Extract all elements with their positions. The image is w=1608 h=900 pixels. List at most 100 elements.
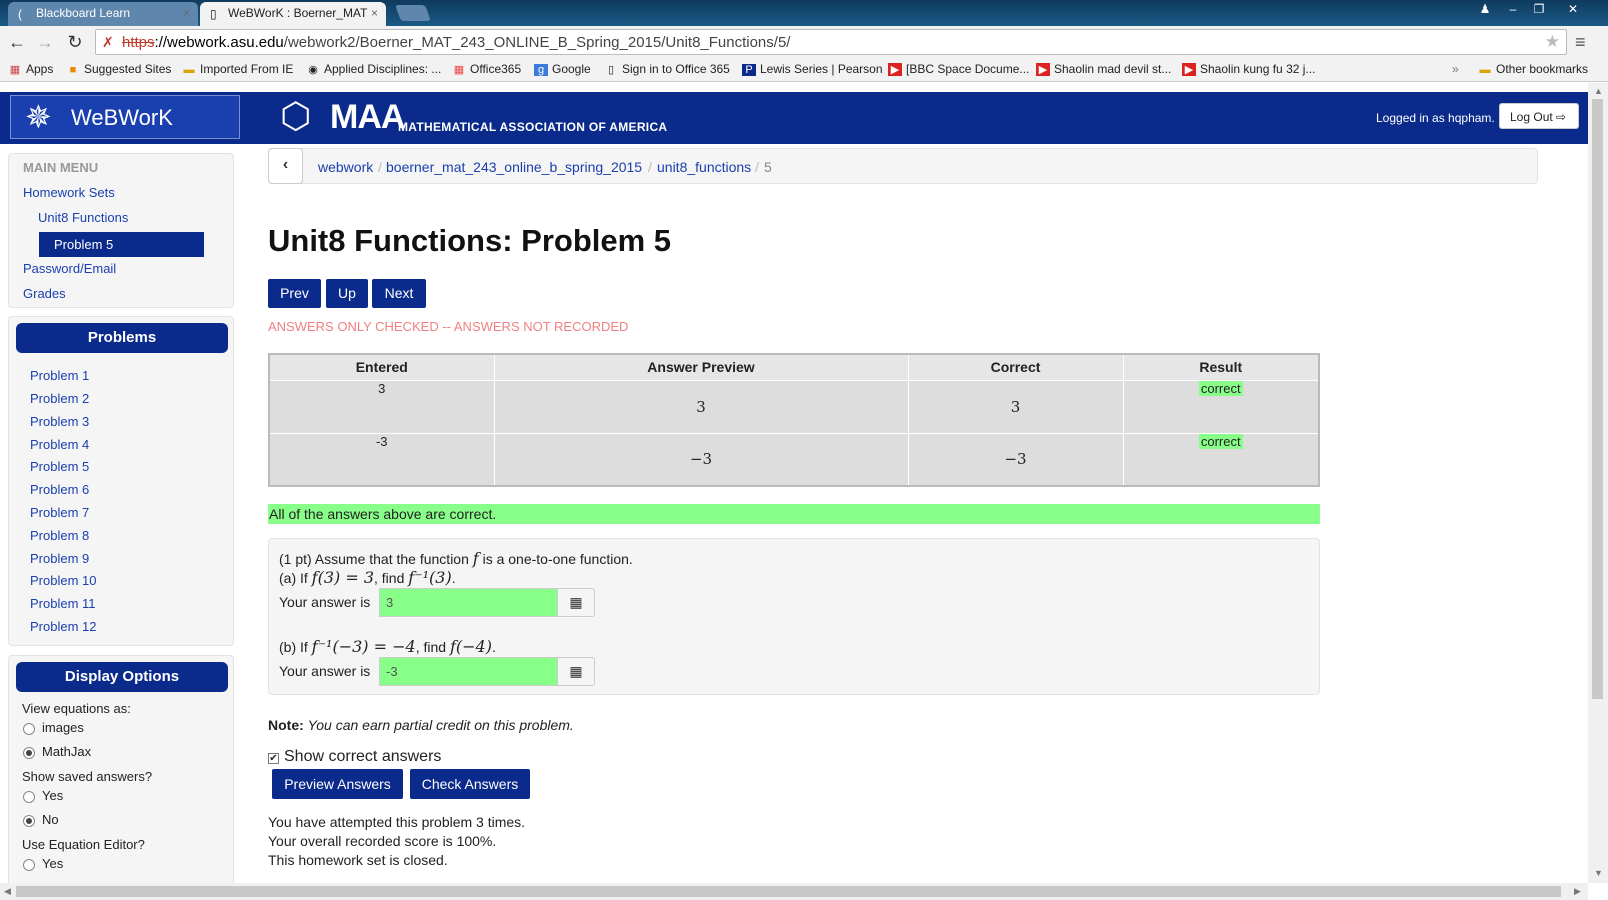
vertical-scroll-thumb[interactable] (1592, 99, 1603, 699)
results-table: Entered Answer Preview Correct Result 3 … (268, 353, 1320, 487)
logout-button[interactable]: Log Out ⇨ (1499, 103, 1579, 129)
bookmark-sign-in-office365[interactable]: ▯ Sign in to Office 365 (604, 62, 730, 76)
bookmark-google[interactable]: g Google (534, 62, 591, 76)
bookmark-imported-from-ie[interactable]: ▬ Imported From IE (182, 62, 294, 76)
logout-icon: ⇨ (1556, 110, 1567, 124)
bookmark-shaolin-mad-devil[interactable]: ▶ Shaolin mad devil st... (1036, 62, 1171, 76)
menu-unit8-functions[interactable]: Unit8 Functions (38, 210, 128, 225)
problems-panel: Problems Problem 1 Problem 2 Problem 3 P… (8, 316, 234, 646)
bookmark-star-icon[interactable]: ★ (1545, 32, 1560, 52)
problem-link[interactable]: Problem 4 (30, 437, 89, 452)
back-icon[interactable]: ← (6, 32, 28, 53)
display-options-header-button[interactable]: Display Options (16, 662, 228, 692)
site-icon: ◉ (308, 64, 318, 76)
problem-link[interactable]: Problem 6 (30, 482, 89, 497)
set-closed-text: This homework set is closed. (268, 852, 448, 868)
display-options-panel: Display Options View equations as: image… (8, 655, 234, 883)
note-label: Note: (268, 717, 304, 733)
breadcrumb-link[interactable]: unit8_functions (657, 159, 751, 175)
menu-password-email[interactable]: Password/Email (23, 261, 116, 276)
table-header-row: Entered Answer Preview Correct Result (268, 353, 1320, 381)
problem-link[interactable]: Problem 5 (30, 459, 89, 474)
check-answers-button[interactable]: Check Answers (410, 769, 530, 799)
problem-link[interactable]: Problem 7 (30, 505, 89, 520)
close-icon[interactable]: × (371, 6, 378, 20)
bookmark-applied-disciplines[interactable]: ◉ Applied Disciplines: ... (306, 62, 441, 76)
column-header: Correct (907, 353, 1124, 381)
problem-link[interactable]: Problem 2 (30, 391, 89, 406)
bookmark-bbc-space[interactable]: ▶ [BBC Space Docume... (888, 62, 1029, 76)
answer-label: Your answer is (279, 663, 371, 679)
horizontal-scroll-thumb[interactable] (16, 886, 1561, 897)
radio-mathjax[interactable] (23, 747, 35, 759)
bookmark-label: [BBC Space Docume... (906, 62, 1030, 76)
close-window-icon[interactable]: ✕ (1560, 2, 1586, 16)
next-button[interactable]: Next (372, 279, 426, 308)
browser-tab-bar: ( Blackboard Learn × ▯ WeBWorK : Boerner… (0, 0, 1608, 26)
equation-editor-grid-icon[interactable]: ▦ (557, 588, 595, 617)
menu-icon[interactable]: ≡ (1575, 32, 1586, 53)
browser-tab-active[interactable]: ▯ WeBWorK : Boerner_MAT × (200, 2, 386, 26)
problem-link[interactable]: Problem 3 (30, 414, 89, 429)
close-icon[interactable]: × (183, 6, 190, 20)
scroll-right-icon[interactable]: ▶ (1574, 886, 1581, 897)
breadcrumb-link[interactable]: webwork (318, 159, 373, 175)
radio-editor-yes[interactable] (23, 859, 35, 871)
url-path: /webwork2/Boerner_MAT_243_ONLINE_B_Sprin… (283, 34, 791, 51)
new-tab-button[interactable] (395, 5, 431, 21)
prev-button[interactable]: Prev (268, 279, 321, 308)
menu-grades[interactable]: Grades (23, 286, 66, 301)
answer-input-b[interactable]: -3 (379, 657, 559, 686)
menu-homework-sets[interactable]: Homework Sets (23, 185, 115, 200)
problem-link[interactable]: Problem 1 (30, 368, 89, 383)
bookmark-suggested-sites[interactable]: ■ Suggested Sites (66, 62, 172, 76)
problem-link[interactable]: Problem 11 (30, 596, 96, 611)
page-icon: ▯ (210, 7, 217, 21)
breadcrumb-separator: / (648, 159, 652, 175)
table-row: 3 3 3 correct (268, 379, 1320, 434)
bookmark-apps[interactable]: ▦ Apps (8, 62, 54, 76)
menu-problem-5[interactable]: Problem 5 (39, 232, 204, 257)
bookmark-shaolin-kung-fu[interactable]: ▶ Shaolin kung fu 32 j... (1182, 62, 1315, 76)
preview-answers-button[interactable]: Preview Answers (272, 769, 403, 799)
scroll-up-icon[interactable]: ▲ (1594, 86, 1603, 96)
bookmark-lewis-series[interactable]: P Lewis Series | Pearson (742, 62, 883, 76)
correct-cell: −3 (907, 432, 1124, 487)
problem-link[interactable]: Problem 10 (30, 573, 96, 588)
breadcrumb-link[interactable]: boerner_mat_243_online_b_spring_2015 (386, 159, 642, 175)
checkbox-checked-icon[interactable]: ✔ (268, 753, 279, 764)
logged-in-text: Logged in as hqpham. (1376, 111, 1495, 125)
minimize-icon[interactable]: – (1500, 2, 1526, 16)
bookmark-other[interactable]: ▬ Other bookmarks (1478, 62, 1589, 76)
back-chevron-button[interactable]: ‹ (268, 148, 303, 184)
browser-tab[interactable]: ( Blackboard Learn × (8, 2, 198, 26)
vertical-scrollbar[interactable]: ▲ ▼ (1588, 83, 1608, 883)
address-bar[interactable]: ✗ https://webwork.asu.edu/webwork2/Boern… (95, 29, 1567, 55)
forward-icon[interactable]: → (34, 32, 56, 53)
scroll-left-icon[interactable]: ◀ (4, 886, 11, 897)
radio-saved-no[interactable] (23, 815, 35, 827)
bookmark-label: Lewis Series | Pearson (760, 62, 883, 76)
question-text: , find (415, 639, 447, 655)
webwork-logo[interactable]: ✵ WeBWorK (10, 95, 240, 139)
problem-link[interactable]: Problem 8 (30, 528, 89, 543)
equation-editor-grid-icon[interactable]: ▦ (557, 657, 595, 686)
radio-saved-yes[interactable] (23, 791, 35, 803)
show-correct-answers-checkbox[interactable]: ✔ Show correct answers (268, 748, 441, 766)
restore-icon[interactable]: ❐ (1526, 2, 1552, 16)
problem-link[interactable]: Problem 12 (30, 619, 96, 634)
broken-lock-icon[interactable]: ✗ (102, 34, 114, 51)
profile-icon[interactable]: ♟ (1472, 2, 1498, 16)
bookmark-label: Other bookmarks (1496, 62, 1589, 76)
up-button[interactable]: Up (326, 279, 368, 308)
reload-icon[interactable]: ↻ (64, 32, 86, 53)
problem-link[interactable]: Problem 9 (30, 551, 89, 566)
bookmark-office365[interactable]: ▦ Office365 (452, 62, 521, 76)
bookmarks-overflow-chevron[interactable]: » (1452, 62, 1459, 76)
answer-input-a[interactable]: 3 (379, 588, 559, 617)
result-badge: correct (1198, 433, 1243, 449)
radio-images[interactable] (23, 723, 35, 735)
horizontal-scrollbar[interactable]: ◀ ▶ (0, 883, 1588, 900)
problems-header-button[interactable]: Problems (16, 323, 228, 353)
scroll-down-icon[interactable]: ▼ (1594, 868, 1603, 878)
